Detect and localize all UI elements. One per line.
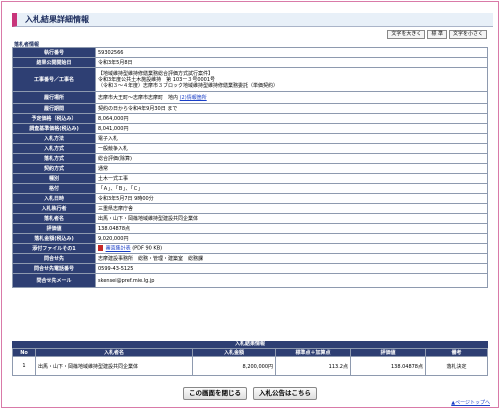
detail-label: 問合せ先電話番号 xyxy=(12,263,96,274)
detail-row-contract-method: 契約方式 通常 xyxy=(12,163,488,174)
results-header-row: No 入札者名 入札金額 標準点＋加算点 評価値 備考 xyxy=(12,348,488,357)
action-buttons: この画面を閉じる 入札公告はこちら xyxy=(0,387,500,400)
table-row: 1 出馬・山下・岡篠地域維持型建設共同企業体 8,200,000円 113.2点… xyxy=(12,356,488,376)
detail-value: 一般競争入札 xyxy=(95,143,488,154)
detail-label: 入札方法 xyxy=(12,133,96,144)
detail-label: 調査基準価格(税込み) xyxy=(12,123,96,134)
page-top-link[interactable]: ▲ページトップへ xyxy=(451,399,490,406)
result-name: 出馬・山下・岡篠地域維持型建設共同企業体 xyxy=(35,356,193,376)
detail-value: 138.04878点 xyxy=(95,223,488,234)
column-header: 標準点＋加算点 xyxy=(275,348,351,357)
detail-row-bid-type: 入札方式 一般競争入札 xyxy=(12,143,488,154)
detail-value: 審査集計表 (PDF 90 KB) xyxy=(95,243,488,254)
result-no: 1 xyxy=(12,356,36,376)
column-header: No xyxy=(12,348,36,357)
detail-label: 評価値 xyxy=(12,223,96,234)
detail-value: 志摩建設事務所 総務・管理・建築室 総務課 xyxy=(95,253,488,264)
detail-value: 土木一式工事 xyxy=(95,173,488,184)
attachment-link[interactable]: 審査集計表 xyxy=(106,246,131,252)
detail-row-bid-method: 入札方法 電子入札 xyxy=(12,133,488,144)
detail-value: 9,020,000円 xyxy=(95,233,488,244)
result-remarks: 落札決定 xyxy=(425,356,488,376)
detail-value: 8,064,000円 xyxy=(95,113,488,124)
detail-row-evaluation: 評価値 138.04878点 xyxy=(12,223,488,234)
detail-row-rank: 格付 「Ａ」、「Ｂ」、「Ｃ」 xyxy=(12,183,488,194)
detail-value: 【地域維持型維持修繕業務総合評価方式試行案件】 令和3年度公共土木施設維持 第 … xyxy=(95,67,488,92)
column-header: 備考 xyxy=(425,348,488,357)
detail-value: 令和3年5月8日 xyxy=(95,57,488,68)
detail-label: 格付 xyxy=(12,183,96,194)
detail-value: 8,041,000円 xyxy=(95,123,488,134)
detail-row-period: 履行期間 契約の日から令和4年9月30日 まで xyxy=(12,103,488,114)
detail-value: 三重県志摩庁舎 xyxy=(95,203,488,214)
detail-label: 執行番号 xyxy=(12,47,96,58)
column-header: 入札金額 xyxy=(192,348,276,357)
detail-value: 総合評価(除算) xyxy=(95,153,488,164)
detail-label: 契約方式 xyxy=(12,163,96,174)
detail-value: 契約の日から令和4年9月30日 まで xyxy=(95,103,488,114)
detail-value: 出馬・山下・岡篠地域維持型建設共同企業体 xyxy=(95,213,488,224)
detail-row-survey-price: 調査基準価格(税込み) 8,041,000円 xyxy=(12,123,488,134)
detail-row-contact: 問合せ先 志摩建設事務所 総務・管理・建築室 総務課 xyxy=(12,253,488,264)
detail-label: 入札執行者 xyxy=(12,203,96,214)
detail-label: 問合せ先メール xyxy=(12,273,96,288)
detail-row-execution-number: 執行番号 59302566 xyxy=(12,47,488,58)
detail-label: 落札方式 xyxy=(12,153,96,164)
detail-label: 予定価格（税込み） xyxy=(12,113,96,124)
pdf-icon xyxy=(98,245,103,252)
detail-label: 入札日時 xyxy=(12,193,96,204)
detail-label: 結果公開開始日 xyxy=(12,57,96,68)
result-score: 113.2点 xyxy=(275,356,351,376)
result-evaluation: 138.04878点 xyxy=(350,356,426,376)
detail-label: 入札方式 xyxy=(12,143,96,154)
detail-label: 添付ファイルその1 xyxy=(12,243,96,254)
work-name-line: （令和３～４年度）志摩市３ブロック地域維持型維持修繕業務委託（単価契約） xyxy=(98,82,279,89)
detail-label: 履行期間 xyxy=(12,103,96,114)
detail-label: 種別 xyxy=(12,173,96,184)
detail-value: 0599-43-5125 xyxy=(95,263,488,274)
results-table: No 入札者名 入札金額 標準点＋加算点 評価値 備考 1 出馬・山下・岡篠地域… xyxy=(12,348,488,376)
detail-value: skensei@pref.mie.lg.jp xyxy=(95,273,488,288)
detail-row-bid-executor: 入札執行者 三重県志摩庁舎 xyxy=(12,203,488,214)
detail-value: 志摩市大王町～志摩市志摩町 地内 (2)情報箇所 xyxy=(95,91,488,104)
close-window-button[interactable]: この画面を閉じる xyxy=(183,387,247,400)
font-standard-button[interactable]: 標 準 xyxy=(427,30,447,39)
detail-row-phone: 問合せ先電話番号 0599-43-5125 xyxy=(12,263,488,274)
detail-label: 問合せ先 xyxy=(12,253,96,264)
detail-value: 電子入札 xyxy=(95,133,488,144)
detail-row-attachment: 添付ファイルその1 審査集計表 (PDF 90 KB) xyxy=(12,243,488,254)
location-text: 志摩市大王町～志摩市志摩町 地内 xyxy=(98,94,179,101)
column-header: 評価値 xyxy=(350,348,426,357)
result-amount: 8,200,000円 xyxy=(192,356,276,376)
detail-row-planned-price: 予定価格（税込み） 8,064,000円 xyxy=(12,113,488,124)
detail-label: 落札者名 xyxy=(12,213,96,224)
location-map-link[interactable]: (2)情報箇所 xyxy=(180,95,207,101)
detail-label: 落札金額(税込み) xyxy=(12,233,96,244)
results-title: 入札結果情報 xyxy=(12,341,488,348)
page-title-bar: 入札結果詳細情報 xyxy=(12,13,493,27)
detail-row-award-method: 落札方式 総合評価(除算) xyxy=(12,153,488,164)
detail-row-winner: 落札者名 出馬・山下・岡篠地域維持型建設共同企業体 xyxy=(12,213,488,224)
font-larger-button[interactable]: 文字を大きく xyxy=(387,30,426,39)
detail-row-publish-date: 結果公開開始日 令和3年5月8日 xyxy=(12,57,488,68)
detail-row-location: 履行場所 志摩市大王町～志摩市志摩町 地内 (2)情報箇所 xyxy=(12,91,488,104)
detail-row-bid-datetime: 入札日時 令和3年5月7日 9時00分 xyxy=(12,193,488,204)
detail-row-award-amount: 落札金額(税込み) 9,020,000円 xyxy=(12,233,488,244)
attachment-size: (PDF 90 KB) xyxy=(132,245,163,252)
detail-row-email: 問合せ先メール skensei@pref.mie.lg.jp xyxy=(12,273,488,288)
page-title: 入札結果詳細情報 xyxy=(25,15,89,24)
font-size-controls: 文字を大きく 標 準 文字を小さく xyxy=(387,30,487,39)
detail-value: 59302566 xyxy=(95,47,488,58)
bid-notice-button[interactable]: 入札公告はこちら xyxy=(253,387,317,400)
detail-row-category: 種別 土木一式工事 xyxy=(12,173,488,184)
detail-label: 工事番号／工事名 xyxy=(12,67,96,92)
detail-table: 執行番号 59302566 結果公開開始日 令和3年5月8日 工事番号／工事名 … xyxy=(12,47,488,288)
font-smaller-button[interactable]: 文字を小さく xyxy=(448,30,487,39)
detail-value: 通常 xyxy=(95,163,488,174)
detail-label: 履行場所 xyxy=(12,91,96,104)
column-header: 入札者名 xyxy=(35,348,193,357)
detail-value: 「Ａ」、「Ｂ」、「Ｃ」 xyxy=(95,183,488,194)
detail-row-work-name: 工事番号／工事名 【地域維持型維持修繕業務総合評価方式試行案件】 令和3年度公共… xyxy=(12,67,488,92)
detail-value: 令和3年5月7日 9時00分 xyxy=(95,193,488,204)
